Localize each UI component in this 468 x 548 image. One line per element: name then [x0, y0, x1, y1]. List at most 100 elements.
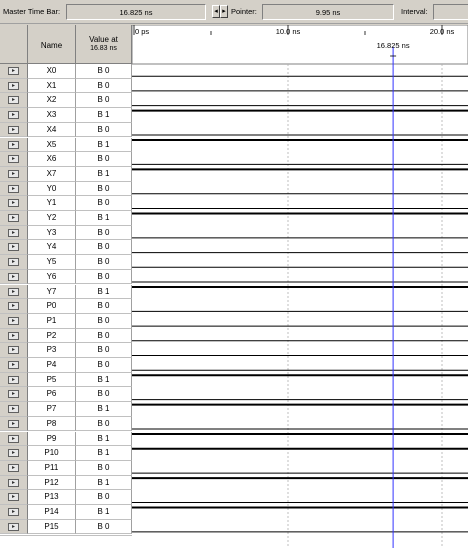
signal-row[interactable]: ▸ P13 B 0: [0, 490, 132, 505]
signal-row[interactable]: ▸ P0 B 0: [0, 299, 132, 314]
signal-name[interactable]: P14: [28, 505, 76, 520]
signal-name[interactable]: P12: [28, 475, 76, 491]
signal-name[interactable]: X1: [28, 78, 76, 94]
ruler-label: 0 ps: [135, 27, 149, 36]
signal-type-cell: ▸: [0, 122, 28, 138]
signal-name[interactable]: P11: [28, 460, 76, 476]
input-pin-icon: ▸: [8, 214, 19, 222]
signal-name[interactable]: X0: [28, 64, 76, 79]
pointer-label: Pointer:: [231, 7, 257, 16]
master-time-bar-field[interactable]: 16.825 ns: [66, 4, 206, 20]
signal-name[interactable]: P3: [28, 343, 76, 358]
signal-value: B 0: [76, 519, 132, 535]
signal-name[interactable]: Y5: [28, 255, 76, 270]
waveform-area[interactable]: 0 ps 10.0 ns 20.0 ns 16.825 ns: [132, 25, 468, 548]
ruler-label: 10.0 ns: [276, 27, 301, 36]
signal-name[interactable]: P4: [28, 358, 76, 373]
signal-value: B 1: [76, 211, 132, 226]
signal-name[interactable]: Y1: [28, 196, 76, 211]
signal-row[interactable]: ▸ P5 B 1: [0, 372, 132, 388]
signal-name[interactable]: X3: [28, 108, 76, 123]
signal-name[interactable]: P0: [28, 299, 76, 314]
input-pin-icon: ▸: [8, 272, 19, 281]
prev-transition-button[interactable]: ◂: [212, 5, 220, 18]
name-column-header[interactable]: Name: [28, 25, 76, 64]
master-time-bar-label: Master Time Bar:: [3, 7, 61, 16]
signal-row[interactable]: ▸ Y2 B 1: [0, 211, 132, 226]
signal-name[interactable]: Y3: [28, 225, 76, 241]
input-pin-icon: ▸: [8, 184, 19, 193]
input-pin-icon: ▸: [8, 243, 19, 252]
interval-label: Interval:: [401, 7, 428, 16]
signal-name[interactable]: X2: [28, 93, 76, 109]
signal-type-cell: ▸: [0, 505, 28, 520]
signal-row[interactable]: ▸ P14 B 1: [0, 505, 132, 520]
signal-value: B 0: [76, 460, 132, 476]
value-column-header[interactable]: Value at 16.83 ns: [76, 25, 132, 64]
next-transition-button[interactable]: ▸: [220, 5, 228, 18]
signal-row[interactable]: ▸ X5 B 1: [0, 137, 132, 153]
signal-row[interactable]: ▸ P11 B 0: [0, 460, 132, 476]
signal-row[interactable]: ▸ X3 B 1: [0, 108, 132, 123]
signal-name[interactable]: X6: [28, 152, 76, 167]
signal-row[interactable]: ▸ Y1 B 0: [0, 196, 132, 211]
signal-row[interactable]: ▸ P1 B 0: [0, 313, 132, 329]
signal-name[interactable]: P5: [28, 372, 76, 388]
signal-name[interactable]: Y2: [28, 211, 76, 226]
signal-row[interactable]: ▸ X0 B 0: [0, 64, 132, 79]
output-pin-icon: ▸: [8, 361, 19, 369]
signal-row[interactable]: ▸ P10 B 1: [0, 446, 132, 461]
signal-row[interactable]: ▸ P9 B 1: [0, 431, 132, 447]
signal-row[interactable]: ▸ X1 B 0: [0, 78, 132, 94]
signal-value: B 0: [76, 122, 132, 138]
signal-name[interactable]: P7: [28, 402, 76, 417]
signal-row[interactable]: ▸ X4 B 0: [0, 122, 132, 138]
signal-row[interactable]: ▸ P2 B 0: [0, 328, 132, 344]
signal-type-cell: ▸: [0, 299, 28, 314]
output-pin-icon: ▸: [8, 331, 19, 340]
signal-value: B 0: [76, 93, 132, 109]
interval-field[interactable]: [433, 4, 468, 20]
signal-name[interactable]: P8: [28, 416, 76, 432]
signal-row[interactable]: ▸ X2 B 0: [0, 93, 132, 109]
signal-name[interactable]: P9: [28, 431, 76, 447]
output-pin-icon: ▸: [8, 302, 19, 311]
signal-row[interactable]: ▸ P7 B 1: [0, 402, 132, 417]
signal-type-cell: ▸: [0, 343, 28, 358]
signal-name[interactable]: X5: [28, 137, 76, 153]
signal-name[interactable]: Y6: [28, 269, 76, 285]
signal-row[interactable]: ▸ P12 B 1: [0, 475, 132, 491]
signal-type-cell: ▸: [0, 446, 28, 461]
signal-type-cell: ▸: [0, 255, 28, 270]
signal-row[interactable]: ▸ Y5 B 0: [0, 255, 132, 270]
pointer-field[interactable]: 9.95 ns: [262, 4, 394, 20]
signal-name[interactable]: Y7: [28, 284, 76, 300]
signal-name[interactable]: P10: [28, 446, 76, 461]
signal-row[interactable]: ▸ Y7 B 1: [0, 284, 132, 300]
signal-name[interactable]: X7: [28, 166, 76, 182]
signal-name[interactable]: P2: [28, 328, 76, 344]
signal-name[interactable]: Y0: [28, 181, 76, 197]
signal-name[interactable]: P1: [28, 313, 76, 329]
signal-row[interactable]: ▸ P3 B 0: [0, 343, 132, 358]
signal-row[interactable]: ▸ P4 B 0: [0, 358, 132, 373]
signal-name[interactable]: P15: [28, 519, 76, 535]
signal-type-cell: ▸: [0, 490, 28, 505]
signal-value: B 1: [76, 372, 132, 388]
signal-row[interactable]: ▸ Y4 B 0: [0, 240, 132, 256]
signal-row[interactable]: ▸ Y6 B 0: [0, 269, 132, 285]
signal-row[interactable]: ▸ P6 B 0: [0, 387, 132, 403]
signal-name[interactable]: P6: [28, 387, 76, 403]
signal-row[interactable]: ▸ X7 B 1: [0, 166, 132, 182]
signal-row[interactable]: ▸ Y0 B 0: [0, 181, 132, 197]
signal-value: B 0: [76, 181, 132, 197]
signal-row[interactable]: ▸ Y3 B 0: [0, 225, 132, 241]
signal-row[interactable]: ▸ P8 B 0: [0, 416, 132, 432]
signal-name[interactable]: X4: [28, 122, 76, 138]
signal-row[interactable]: ▸ X6 B 0: [0, 152, 132, 167]
signal-row[interactable]: ▸ P15 B 0: [0, 519, 132, 535]
signal-name[interactable]: P13: [28, 490, 76, 505]
signal-value: B 0: [76, 152, 132, 167]
signal-type-cell: ▸: [0, 152, 28, 167]
signal-name[interactable]: Y4: [28, 240, 76, 256]
